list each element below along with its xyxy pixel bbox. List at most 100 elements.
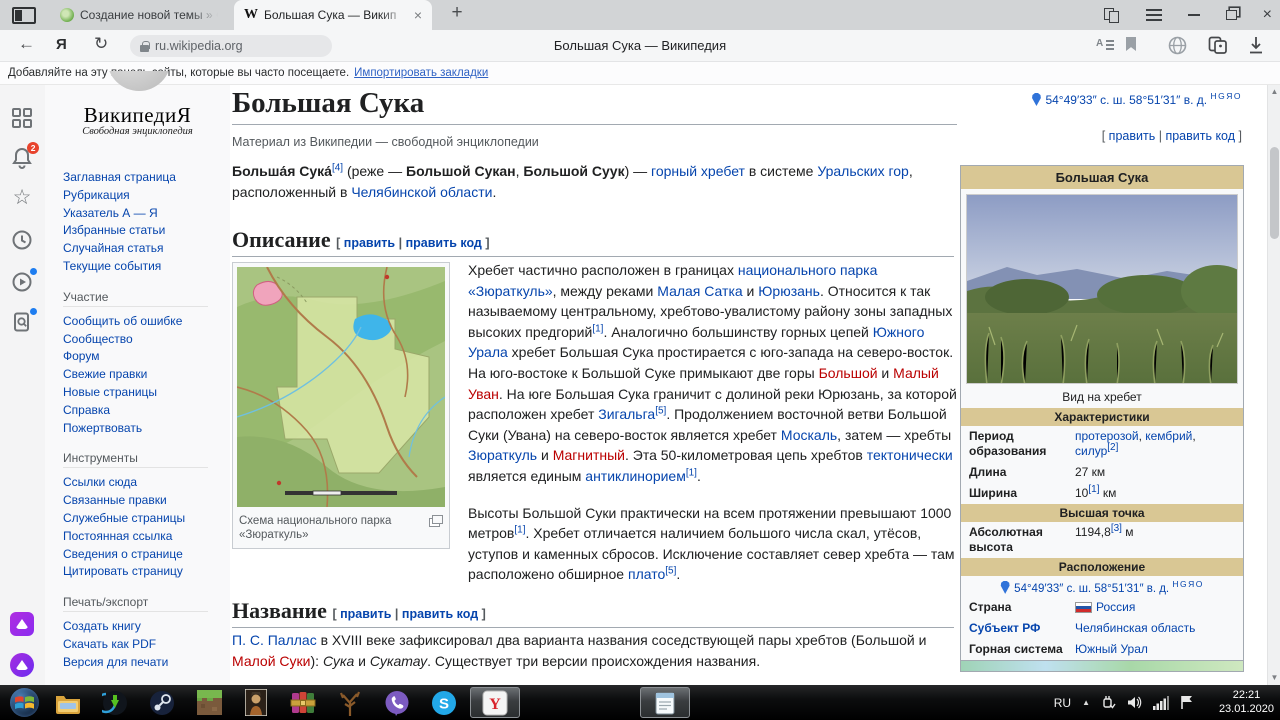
inline-link[interactable]: Магнитный — [553, 447, 625, 463]
reference-link[interactable]: [5] — [655, 406, 666, 417]
back-button[interactable]: ← — [18, 34, 35, 54]
coords-services[interactable]: HGЯO — [1172, 579, 1204, 589]
sidebar-link-report-error[interactable]: Сообщить об ошибке — [63, 313, 223, 331]
video-play-icon[interactable] — [11, 268, 37, 293]
search-document-icon[interactable] — [11, 308, 37, 333]
tab-wikipedia-active[interactable]: W Большая Сука — Викип × — [234, 0, 432, 30]
page-scrollbar[interactable]: ▲ ▼ — [1267, 85, 1280, 685]
reference-link[interactable]: [5] — [665, 566, 676, 577]
sidebar-link-cite[interactable]: Цитировать страницу — [63, 563, 223, 581]
taskbar-winrar[interactable] — [283, 687, 323, 718]
reference-link[interactable]: [1] — [592, 323, 603, 334]
sidebar-link-donate[interactable]: Пожертвовать — [63, 420, 223, 438]
new-tab-button[interactable]: + — [444, 2, 470, 24]
sidebar-link-permanent[interactable]: Постоянная ссылка — [63, 528, 223, 546]
inline-link[interactable]: Малая Сатка — [657, 283, 742, 299]
sidebar-link-related[interactable]: Связанные правки — [63, 492, 223, 510]
sidebar-link-index[interactable]: Указатель А — Я — [63, 205, 223, 223]
inline-link[interactable]: П. С. Паллас — [232, 632, 317, 648]
sidebar-link-pageinfo[interactable]: Сведения о странице — [63, 546, 223, 564]
reference-link[interactable]: [3] — [1111, 523, 1122, 534]
inline-link[interactable]: горный хребет — [651, 163, 745, 179]
start-button[interactable] — [10, 688, 39, 717]
bookmark-icon[interactable] — [1126, 37, 1136, 51]
tray-expand-icon[interactable]: ▲ — [1082, 698, 1090, 707]
map-thumbnail[interactable]: Схема национального парка «Зюраткуль» — [232, 262, 450, 549]
minimize-icon[interactable] — [1187, 14, 1200, 16]
inline-link[interactable]: плато — [628, 566, 665, 582]
restore-icon[interactable] — [1225, 10, 1237, 20]
sidebar-link-whatlinkshere[interactable]: Ссылки сюда — [63, 474, 223, 492]
inline-link[interactable]: тектонически — [867, 447, 953, 463]
translate-globe-icon[interactable] — [1168, 36, 1187, 55]
taskbar-explorer[interactable] — [48, 687, 88, 718]
mountain-system-link[interactable]: Южный Урал — [1075, 642, 1148, 656]
reference-link[interactable]: [1] — [686, 467, 697, 478]
inline-link[interactable]: Москаль — [781, 427, 837, 443]
inline-link[interactable]: Уральских гор — [817, 163, 909, 179]
apps-grid-icon[interactable] — [11, 107, 33, 129]
edit-link[interactable]: править — [1109, 129, 1156, 143]
sidebar-link-printable[interactable]: Версия для печати — [63, 654, 223, 672]
coords-services[interactable]: HGЯO — [1211, 91, 1243, 101]
scroll-down-arrow[interactable]: ▼ — [1268, 671, 1280, 685]
menu-icon[interactable] — [1145, 9, 1162, 21]
taskbar-game-avatar[interactable] — [236, 687, 276, 718]
scrollbar-thumb[interactable] — [1270, 147, 1279, 239]
favorites-star-icon[interactable]: ☆ — [11, 187, 33, 209]
inline-link[interactable]: Большой — [819, 365, 878, 381]
power-plug-icon[interactable] — [1101, 695, 1116, 710]
edit-code-link[interactable]: править код — [1165, 129, 1235, 143]
sidebar-link-new-pages[interactable]: Новые страницы — [63, 384, 223, 402]
inline-link[interactable]: Челябинской области — [351, 184, 492, 200]
notifications-bell-icon[interactable]: 2 — [11, 142, 39, 169]
reference-link[interactable]: [4] — [332, 162, 343, 173]
inline-link[interactable]: Южного Урала — [468, 324, 924, 361]
taskbar-mediaget[interactable] — [95, 687, 135, 718]
refresh-button[interactable]: ↻ — [94, 34, 108, 54]
language-indicator[interactable]: RU — [1054, 696, 1071, 710]
edit-code-link[interactable]: править код — [402, 607, 478, 621]
collections-icon[interactable] — [1208, 36, 1228, 55]
sidebar-link-current-events[interactable]: Текущие события — [63, 258, 223, 276]
infobox-coordinates[interactable]: 54°49′33″ с. ш. 58°51′31″ в. д. HGЯO — [961, 576, 1243, 597]
sidebar-link-recent-changes[interactable]: Свежие правки — [63, 366, 223, 384]
reference-link[interactable]: [2] — [1107, 442, 1118, 453]
edit-link[interactable]: править — [340, 607, 391, 621]
import-bookmarks-link[interactable]: Импортировать закладки — [354, 67, 488, 79]
taskbar-tree-game[interactable] — [330, 687, 370, 718]
reference-link[interactable]: [1] — [514, 524, 525, 535]
inline-link[interactable]: антиклинорием — [585, 468, 686, 484]
sidebar-link-forum[interactable]: Форум — [63, 348, 223, 366]
tab-close-icon[interactable]: × — [414, 7, 422, 23]
inline-link[interactable]: Юрюзань — [758, 283, 820, 299]
yandex-button[interactable]: Я — [56, 36, 67, 53]
tab-forum[interactable]: Создание новой темы » Фо — [50, 0, 234, 30]
volume-icon[interactable] — [1127, 695, 1142, 710]
enlarge-icon[interactable] — [432, 515, 443, 524]
inline-link[interactable]: протерозой — [1075, 429, 1139, 443]
sidebar-link-featured[interactable]: Избранные статьи — [63, 222, 223, 240]
side-panel-toggle-icon[interactable] — [12, 7, 36, 24]
action-center-flag-icon[interactable] — [1180, 695, 1194, 710]
network-signal-icon[interactable] — [1153, 695, 1169, 710]
region-link[interactable]: Челябинская область — [1075, 621, 1195, 635]
sidebar-link-main[interactable]: Заглавная страница — [63, 169, 223, 187]
tableau-icon[interactable] — [1103, 7, 1120, 23]
scroll-up-arrow[interactable]: ▲ — [1268, 85, 1280, 99]
sidebar-link-special[interactable]: Служебные страницы — [63, 510, 223, 528]
sidebar-link-help[interactable]: Справка — [63, 402, 223, 420]
region-label-link[interactable]: Субъект РФ — [969, 621, 1075, 636]
sidebar-link-rubrication[interactable]: Рубрикация — [63, 187, 223, 205]
history-clock-icon[interactable] — [11, 229, 33, 251]
edit-link[interactable]: править — [344, 236, 395, 250]
downloads-icon[interactable] — [1248, 36, 1264, 55]
reader-mode-icon[interactable]: А — [1096, 38, 1114, 52]
close-icon[interactable]: × — [1263, 7, 1272, 23]
inline-link[interactable]: Зигальга — [598, 406, 655, 422]
ridge-photo[interactable] — [966, 194, 1238, 384]
country-link[interactable]: Россия — [1096, 600, 1135, 614]
sidebar-link-community[interactable]: Сообщество — [63, 331, 223, 349]
reference-link[interactable]: [1] — [1088, 484, 1099, 495]
sidebar-link-download-pdf[interactable]: Скачать как PDF — [63, 636, 223, 654]
